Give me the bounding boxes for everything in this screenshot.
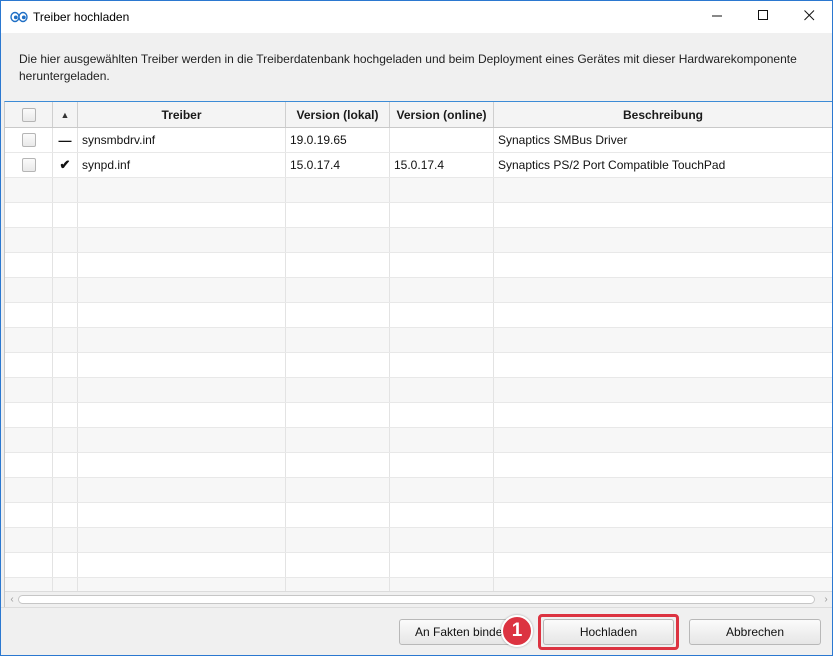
horizontal-scrollbar[interactable]: ‹ › (5, 591, 832, 607)
maximize-button[interactable] (740, 1, 786, 33)
table-row[interactable]: ✔ synpd.inf 15.0.17.4 15.0.17.4 Synaptic… (5, 153, 832, 178)
row-checkbox[interactable] (21, 158, 36, 172)
column-header-version-local[interactable]: Version (lokal) (286, 102, 390, 127)
version-local: 15.0.17.4 (286, 153, 390, 177)
empty-row (5, 328, 832, 353)
empty-row (5, 553, 832, 578)
close-icon (803, 10, 815, 24)
empty-row (5, 403, 832, 428)
column-header-driver[interactable]: Treiber (78, 102, 286, 127)
maximize-icon (757, 10, 769, 24)
select-all-header[interactable] (5, 102, 53, 127)
minimize-icon (711, 10, 723, 24)
footer-divider (1, 607, 832, 608)
close-button[interactable] (786, 1, 832, 33)
empty-row (5, 353, 832, 378)
row-status-cell: — (53, 128, 78, 152)
sort-header[interactable]: ▲ (53, 102, 78, 127)
empty-row (5, 578, 832, 592)
window-title: Treiber hochladen (33, 10, 130, 24)
scroll-right-icon[interactable]: › (820, 592, 832, 607)
select-all-checkbox[interactable] (21, 107, 36, 122)
column-header-description[interactable]: Beschreibung (494, 102, 832, 127)
empty-row (5, 178, 832, 203)
empty-row (5, 528, 832, 553)
cancel-button[interactable]: Abbrechen (689, 619, 821, 645)
empty-row (5, 278, 832, 303)
version-online (390, 128, 494, 152)
minimize-button[interactable] (694, 1, 740, 33)
empty-row (5, 203, 832, 228)
table-row[interactable]: — synsmbdrv.inf 19.0.19.65 Synaptics SMB… (5, 128, 832, 153)
driver-description: Synaptics SMBus Driver (494, 128, 832, 152)
empty-row (5, 453, 832, 478)
not-uploaded-dash-icon: — (58, 132, 72, 148)
row-select-cell[interactable] (5, 153, 53, 177)
row-select-cell[interactable] (5, 128, 53, 152)
empty-row (5, 503, 832, 528)
scrollbar-thumb[interactable] (18, 595, 815, 604)
row-status-cell: ✔ (53, 153, 78, 177)
version-online: 15.0.17.4 (390, 153, 494, 177)
table-header: ▲ Treiber Version (lokal) Version (onlin… (5, 102, 832, 128)
empty-row (5, 253, 832, 278)
empty-row (5, 478, 832, 503)
empty-row (5, 428, 832, 453)
driver-name: synsmbdrv.inf (78, 128, 286, 152)
eyes-icon (10, 11, 28, 23)
scroll-left-icon[interactable]: ‹ (6, 592, 18, 607)
title-bar[interactable]: Treiber hochladen (1, 1, 832, 33)
driver-table: ▲ Treiber Version (lokal) Version (onlin… (4, 101, 832, 607)
empty-row (5, 303, 832, 328)
step-marker: 1 (501, 615, 533, 647)
dialog-description: Die hier ausgewählten Treiber werden in … (19, 52, 797, 83)
driver-description: Synaptics PS/2 Port Compatible TouchPad (494, 153, 832, 177)
upload-drivers-dialog: Treiber hochladen Die hier ausgewählten … (0, 0, 833, 656)
empty-row (5, 378, 832, 403)
sort-ascending-icon: ▲ (60, 109, 70, 120)
version-local: 19.0.19.65 (286, 128, 390, 152)
empty-row (5, 228, 832, 253)
row-checkbox[interactable] (21, 133, 36, 147)
column-header-version-online[interactable]: Version (online) (390, 102, 494, 127)
upload-button-highlight (538, 614, 679, 650)
driver-name: synpd.inf (78, 153, 286, 177)
uploaded-check-icon: ✔ (59, 157, 71, 172)
table-body: — synsmbdrv.inf 19.0.19.65 Synaptics SMB… (5, 128, 832, 592)
